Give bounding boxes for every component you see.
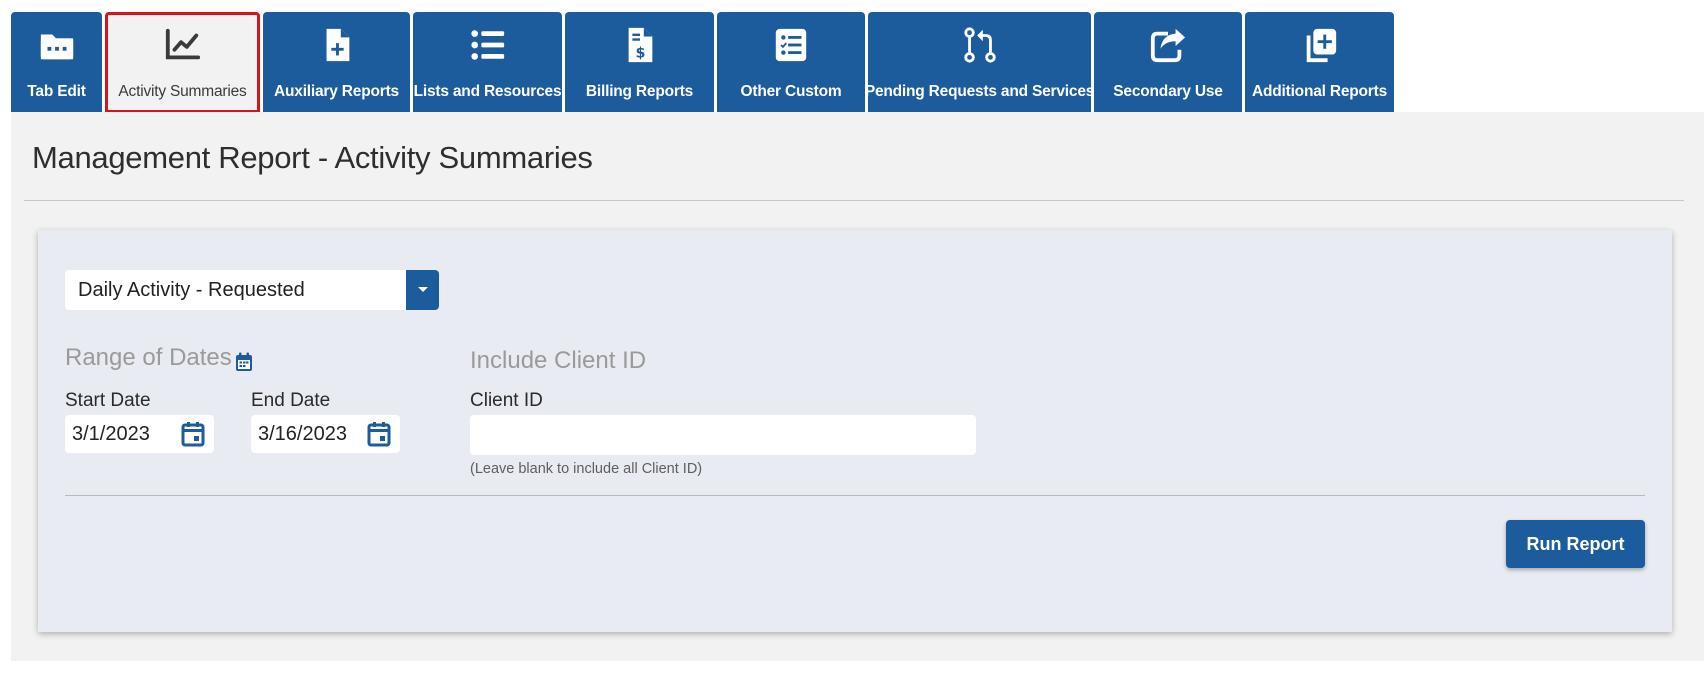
- tab-secondary-use[interactable]: Secondary Use: [1094, 12, 1242, 113]
- run-report-button[interactable]: Run Report: [1506, 520, 1645, 568]
- tab-other-custom[interactable]: Other Custom: [717, 12, 865, 113]
- svg-text:$: $: [635, 45, 645, 61]
- title-divider: [24, 200, 1684, 201]
- tab-label: Secondary Use: [1113, 83, 1223, 100]
- report-type-select[interactable]: Daily Activity - Requested: [65, 270, 439, 310]
- report-tab-bar: Tab Edit Activity Summaries Auxiliary Re…: [11, 12, 1394, 113]
- report-type-value: Daily Activity - Requested: [78, 278, 305, 301]
- tab-label: Pending Requests and Services: [864, 83, 1095, 100]
- tab-lists-and-resources[interactable]: Lists and Resources: [413, 12, 562, 113]
- client-id-hint: (Leave blank to include all Client ID): [470, 461, 703, 477]
- code-pull-request-icon: [960, 25, 1000, 65]
- tab-activity-summaries[interactable]: Activity Summaries: [105, 12, 260, 113]
- tab-label: Activity Summaries: [118, 83, 247, 100]
- tab-billing-reports[interactable]: $ Billing Reports: [565, 12, 714, 113]
- calendar-icon: [235, 352, 253, 372]
- tab-auxiliary-reports[interactable]: Auxiliary Reports: [263, 12, 410, 113]
- checklist-icon: [771, 25, 811, 65]
- end-date-label: End Date: [251, 390, 331, 411]
- file-plus-icon: [317, 25, 357, 65]
- end-date-value: 3/16/2023: [258, 422, 347, 445]
- end-date-calendar-icon[interactable]: [364, 419, 394, 449]
- tab-label: Lists and Resources: [413, 83, 562, 100]
- include-client-id-heading: Include Client ID: [470, 347, 647, 374]
- tab-label: Auxiliary Reports: [274, 83, 399, 100]
- tab-pending-requests-and-services[interactable]: Pending Requests and Services: [864, 12, 1095, 113]
- tab-label: Tab Edit: [27, 83, 86, 100]
- list-icon: [468, 25, 508, 65]
- file-invoice-dollar-icon: $: [620, 25, 660, 65]
- copy-plus-icon: [1300, 25, 1340, 65]
- start-date-input[interactable]: 3/1/2023: [65, 415, 214, 453]
- caret-down-icon: [417, 287, 428, 292]
- tab-label: Additional Reports: [1251, 83, 1388, 100]
- start-date-calendar-icon[interactable]: [178, 419, 208, 449]
- tab-label: Billing Reports: [585, 83, 694, 100]
- line-chart-icon: [163, 25, 203, 65]
- share-square-icon: [1148, 25, 1188, 65]
- client-id-input[interactable]: [470, 415, 976, 455]
- folder-icon: [37, 25, 77, 65]
- panel-divider: [65, 495, 1645, 496]
- range-of-dates-heading: Range of Dates: [65, 344, 232, 371]
- report-content-area: Management Report - Activity Summaries D…: [11, 112, 1704, 661]
- end-date-input[interactable]: 3/16/2023: [251, 415, 400, 453]
- start-date-label: Start Date: [65, 390, 151, 411]
- start-date-value: 3/1/2023: [72, 422, 150, 445]
- report-options-panel: Daily Activity - Requested Range of Date…: [38, 230, 1672, 632]
- dropdown-toggle-button[interactable]: [406, 270, 439, 310]
- tab-additional-reports[interactable]: Additional Reports: [1245, 12, 1394, 113]
- tab-tab-edit[interactable]: Tab Edit: [11, 12, 102, 113]
- page-title: Management Report - Activity Summaries: [32, 140, 593, 175]
- tab-label: Other Custom: [740, 83, 842, 100]
- client-id-label: Client ID: [470, 390, 543, 411]
